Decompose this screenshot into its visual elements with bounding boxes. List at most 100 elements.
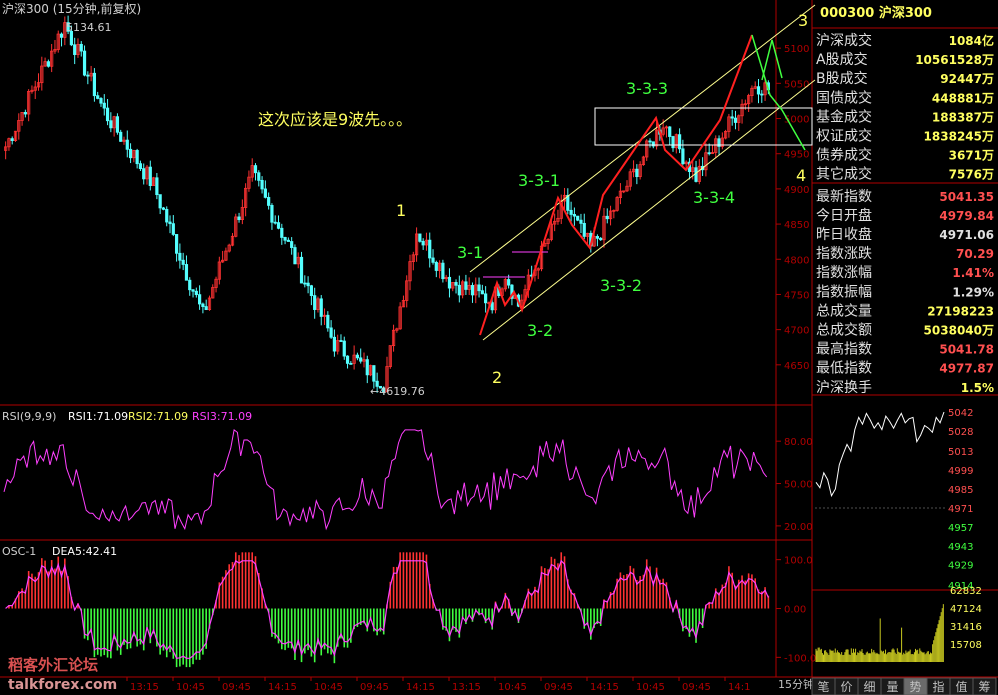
stock-chart: 5100505050004950490048504800475047004650…	[0, 0, 998, 695]
wave-label-3-3-2: 3-3-2	[600, 276, 642, 295]
time-tick-label: 09:45	[222, 682, 251, 693]
stat-label: 沪深换手	[816, 379, 872, 396]
candle-body	[161, 207, 166, 210]
stat-value: 1.41%	[952, 266, 994, 280]
candle-body	[263, 188, 267, 198]
candle-body	[178, 252, 182, 261]
candle-body	[572, 214, 576, 217]
candle-body	[355, 354, 360, 359]
osc-tick-label: 0.00	[784, 605, 806, 616]
stat-value: 70.29	[956, 247, 994, 261]
candle-body	[582, 222, 586, 237]
stat-value: 10561528万	[915, 53, 994, 67]
candle-body	[464, 281, 468, 290]
candle-body	[135, 150, 139, 165]
wave-label-3-3-3: 3-3-3	[626, 79, 668, 98]
stat-label: 指数振幅	[816, 284, 872, 300]
tab-4[interactable]: 势	[909, 680, 921, 694]
time-tick-label: 14:15	[268, 682, 297, 693]
candle-body	[119, 131, 123, 142]
candle-body	[105, 107, 110, 122]
candle-body	[109, 120, 113, 129]
stat-value: 1084亿	[949, 33, 994, 48]
candle-body	[73, 44, 77, 55]
price-tick-label: 4750	[784, 290, 809, 301]
candle-body	[158, 194, 162, 209]
mini-volume-tick: 31416	[950, 622, 982, 633]
candle-body	[490, 302, 494, 311]
dea-label: DEA5:42.41	[52, 545, 117, 558]
candle-body	[484, 293, 488, 304]
stat-label: 总成交额	[816, 322, 872, 339]
time-tick-label: 10:45	[176, 682, 205, 693]
stat-label: 其它成交	[816, 166, 872, 183]
candle-body	[507, 279, 511, 286]
tab-3[interactable]: 量	[886, 680, 898, 694]
candle-body	[253, 165, 258, 174]
candle-body	[237, 216, 241, 221]
tab-7[interactable]: 筹	[978, 680, 990, 694]
candle-body	[668, 126, 672, 137]
candle-body	[576, 215, 580, 221]
candle-body	[128, 148, 133, 159]
rsi-title: RSI(9,9,9)	[2, 410, 56, 423]
candle-body	[418, 233, 422, 242]
stat-label: 国债成交	[816, 89, 872, 106]
stats-table: 沪深成交 1084亿 A股成交 10561528万 B股成交 92447万国债成交 4488…	[816, 32, 994, 396]
candle-body	[257, 172, 261, 181]
tab-1[interactable]: 价	[840, 680, 852, 694]
mini-volume-tick: 62832	[950, 586, 982, 597]
candle-body	[148, 166, 152, 186]
candle-body	[115, 116, 120, 133]
candle-body	[635, 168, 639, 178]
stat-label: 最高指数	[816, 341, 872, 358]
watermark-chinese: 稻客外汇论坛	[8, 656, 98, 674]
candle-body	[10, 138, 14, 141]
tab-6[interactable]: 值	[955, 679, 967, 694]
tab-5[interactable]: 指	[932, 679, 944, 694]
time-tick-label: 13:15	[452, 682, 481, 693]
candle-body	[283, 237, 287, 241]
candle-body	[730, 116, 734, 119]
time-tick-label: 10:45	[498, 682, 527, 693]
time-tick-label: 09:45	[682, 682, 711, 693]
candle-body	[155, 177, 159, 196]
candle-body	[79, 43, 83, 52]
price-axis: 5100505050004950490048504800475047004650	[776, 44, 809, 372]
candle-body	[276, 222, 281, 229]
rsi-tick-label: 50.00	[784, 480, 813, 491]
chart-title: 沪深300 (15分钟,前复权)	[2, 1, 141, 16]
stat-label: 今日开盘	[816, 207, 872, 224]
mini-price-tick: 4971	[948, 504, 973, 515]
candle-body	[349, 362, 353, 365]
price-tick-label: 4800	[784, 255, 809, 266]
stat-label: 指数涨幅	[816, 265, 872, 281]
price-tick-label: 5100	[784, 44, 809, 55]
candle-body	[345, 355, 350, 364]
candle-body	[457, 284, 461, 296]
candle-body	[326, 314, 330, 329]
candle-body	[359, 357, 363, 362]
tab-0[interactable]: 笔	[817, 679, 829, 694]
period-label[interactable]: 15分钟	[778, 677, 814, 691]
code-title: 000300 沪深300	[820, 5, 932, 21]
stat-value: 7576万	[949, 168, 994, 182]
price-tick-label: 4650	[784, 361, 809, 372]
tab-2[interactable]: 细	[863, 680, 875, 694]
candle-body	[454, 282, 458, 286]
candle-body	[365, 359, 369, 376]
price-tick-label: 5050	[784, 79, 809, 90]
candle-body	[138, 163, 143, 170]
wave-label-1: 1	[396, 201, 406, 220]
price-tick-label: 4900	[784, 185, 809, 196]
candle-body	[428, 239, 432, 259]
time-tick-label: 09:45	[544, 682, 573, 693]
candle-body	[299, 256, 304, 284]
candle-body	[102, 102, 106, 109]
wave-label-4: 4	[796, 166, 806, 185]
candle-body	[194, 290, 198, 296]
candle-body	[441, 262, 445, 280]
wave-label-3-3-1: 3-3-1	[518, 171, 560, 190]
price-tick-label: 4850	[784, 220, 809, 231]
candle-body	[372, 365, 376, 382]
